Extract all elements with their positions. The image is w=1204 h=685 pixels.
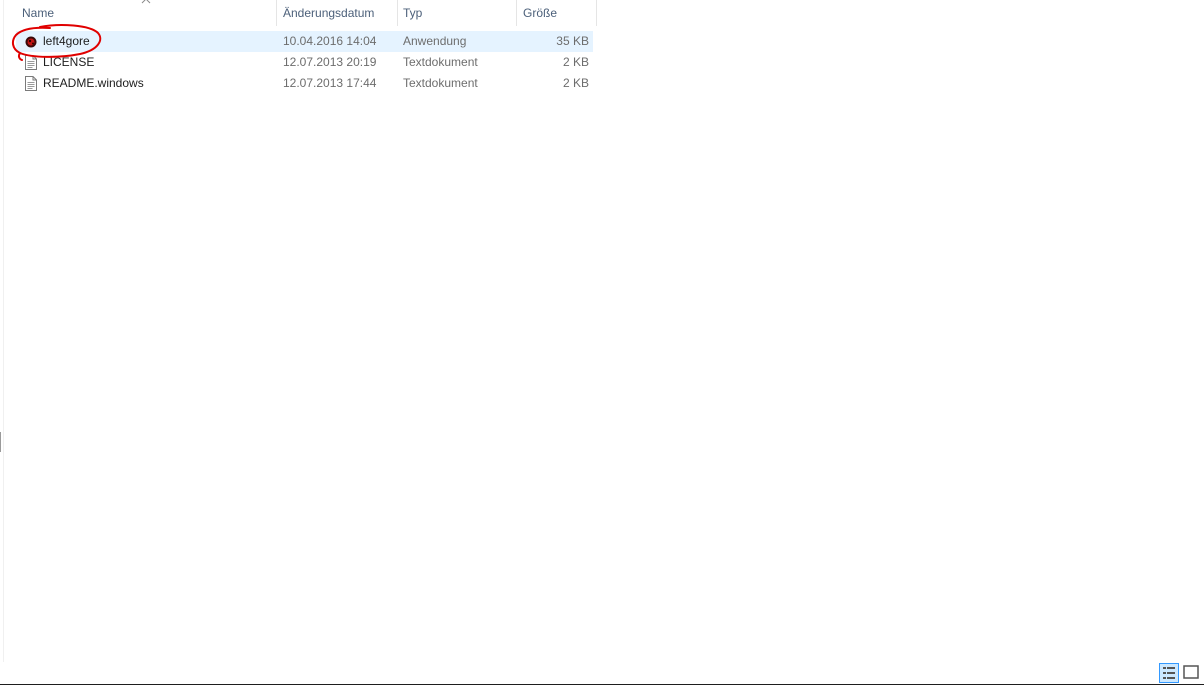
large-icons-view-button[interactable]: [1182, 663, 1202, 683]
navigation-pane-border: [3, 0, 4, 662]
column-divider[interactable]: [596, 0, 597, 26]
file-size: 35 KB: [556, 34, 589, 48]
file-size: 2 KB: [562, 76, 589, 90]
details-view-button[interactable]: [1159, 663, 1179, 683]
column-header-name[interactable]: Name: [16, 0, 276, 26]
file-name: README.windows: [43, 76, 144, 90]
large-icons-view-icon: [1183, 665, 1199, 679]
application-icon: [25, 36, 37, 48]
file-date: 10.04.2016 14:04: [283, 34, 377, 48]
text-document-icon: [25, 55, 37, 70]
file-date: 12.07.2013 17:44: [283, 76, 377, 90]
column-header: Name Änderungsdatum Typ Größe: [0, 0, 600, 26]
file-row-license[interactable]: LICENSE 12.07.2013 20:19 Textdokument 2 …: [16, 52, 593, 73]
file-name: LICENSE: [43, 55, 95, 69]
file-type: Anwendung: [403, 34, 467, 48]
file-row-readme-windows[interactable]: README.windows 12.07.2013 17:44 Textdoku…: [16, 73, 593, 94]
file-name: left4gore: [43, 34, 90, 48]
file-explorer-window: Name Änderungsdatum Typ Größe left4gore …: [0, 0, 1204, 685]
file-size: 2 KB: [562, 55, 589, 69]
column-header-type[interactable]: Typ: [397, 0, 516, 26]
file-type: Textdokument: [403, 76, 478, 90]
file-date: 12.07.2013 20:19: [283, 55, 377, 69]
text-document-icon: [25, 76, 37, 91]
column-header-date[interactable]: Änderungsdatum: [277, 0, 397, 26]
column-header-size[interactable]: Größe: [517, 0, 596, 26]
details-view-icon: [1163, 667, 1175, 679]
file-row-left4gore[interactable]: left4gore 10.04.2016 14:04 Anwendung 35 …: [16, 31, 593, 52]
file-type: Textdokument: [403, 55, 478, 69]
pane-resize-handle[interactable]: [0, 432, 1, 452]
